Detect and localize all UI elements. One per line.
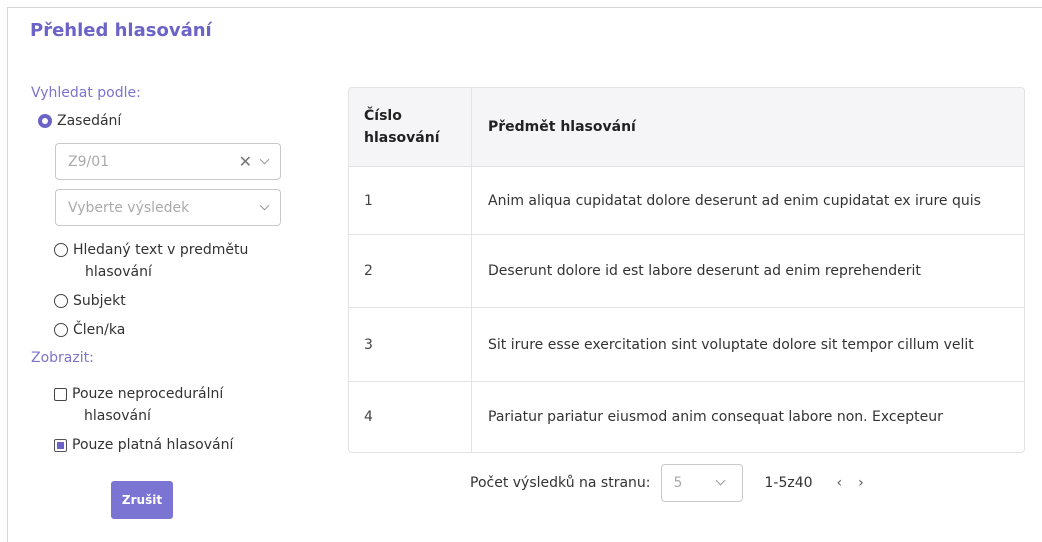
radio-subject[interactable]: Subjekt xyxy=(54,290,126,312)
table-row[interactable]: 1 Anim aliqua cupidatat dolore deserunt … xyxy=(349,167,1024,235)
vote-subject: Sit irure esse exercitation sint volupta… xyxy=(488,336,974,353)
per-page-label: Počet výsledků na stranu: xyxy=(470,475,651,491)
display-label: Zobrazit: xyxy=(31,350,94,366)
vote-subject: Deserunt dolore id est labore deserunt a… xyxy=(488,263,921,279)
checkbox-nonprocedural-label: Pouze neprocedurální xyxy=(72,386,224,402)
column-header-number: Číslo hlasování xyxy=(349,88,472,166)
search-by-label: Vyhledat podle: xyxy=(31,85,141,101)
checkbox-nonprocedural-label-cont: hlasování xyxy=(84,408,151,424)
vote-number: 3 xyxy=(349,308,472,381)
per-page-select[interactable]: 5 xyxy=(660,464,743,502)
checkbox-valid-only[interactable]: Pouze platná hlasování xyxy=(54,434,233,456)
radio-unselected-icon xyxy=(54,323,68,337)
radio-text-search[interactable]: Hledaný text v predmětu hlasování xyxy=(54,239,248,283)
table-row[interactable]: 2 Deserunt dolore id est labore deserunt… xyxy=(349,235,1024,308)
vote-subject: Anim aliqua cupidatat dolore deserunt ad… xyxy=(488,192,981,209)
radio-selected-icon xyxy=(38,114,52,128)
next-page-icon[interactable]: › xyxy=(858,475,864,491)
vote-number: 1 xyxy=(349,167,472,234)
session-select[interactable]: Z9/01 ✕ xyxy=(55,143,281,180)
radio-session[interactable]: Zasedání xyxy=(38,110,121,132)
per-page-value: 5 xyxy=(673,475,683,491)
vote-number: 2 xyxy=(349,235,472,307)
radio-member-label: Člen/ka xyxy=(73,322,126,338)
column-header-subject: Předmět hlasování xyxy=(488,119,636,135)
pagination: Počet výsledků na stranu: 5 1-5z40 ‹ › xyxy=(470,464,864,502)
result-select[interactable]: Vyberte výsledek xyxy=(55,189,281,226)
checkbox-nonprocedural[interactable]: Pouze neprocedurální hlasování xyxy=(54,383,223,427)
pagination-range: 1-5z40 xyxy=(764,475,813,491)
clear-icon[interactable]: ✕ xyxy=(239,153,252,170)
table-row[interactable]: 4 Pariatur pariatur eiusmod anim consequ… xyxy=(349,382,1024,452)
radio-text-search-label-cont: hlasování xyxy=(85,264,152,280)
checkbox-unchecked-icon xyxy=(54,388,67,401)
radio-text-search-label: Hledaný text v predmětu xyxy=(73,242,249,258)
checkbox-checked-icon xyxy=(54,439,67,452)
chevron-down-icon[interactable] xyxy=(259,154,270,165)
radio-subject-label: Subjekt xyxy=(73,293,126,309)
chevron-down-icon[interactable] xyxy=(259,200,270,211)
vote-subject: Pariatur pariatur eiusmod anim consequat… xyxy=(488,409,943,425)
session-select-value: Z9/01 xyxy=(68,153,110,170)
prev-page-icon[interactable]: ‹ xyxy=(837,475,843,491)
page-title: Přehled hlasování xyxy=(30,20,212,41)
radio-session-label: Zasedání xyxy=(57,113,122,129)
radio-unselected-icon xyxy=(54,294,68,308)
table-row[interactable]: 3 Sit irure esse exercitation sint volup… xyxy=(349,308,1024,382)
result-select-placeholder: Vyberte výsledek xyxy=(68,199,190,216)
table-header: Číslo hlasování Předmět hlasování xyxy=(349,88,1024,167)
radio-unselected-icon xyxy=(54,243,68,257)
votes-table: Číslo hlasování Předmět hlasování 1 Anim… xyxy=(348,87,1025,453)
cancel-button[interactable]: Zrušit xyxy=(111,481,173,519)
radio-member[interactable]: Člen/ka xyxy=(54,319,125,341)
chevron-down-icon[interactable] xyxy=(715,475,725,486)
vote-number: 4 xyxy=(349,382,472,452)
checkbox-valid-only-label: Pouze platná hlasování xyxy=(72,437,234,453)
